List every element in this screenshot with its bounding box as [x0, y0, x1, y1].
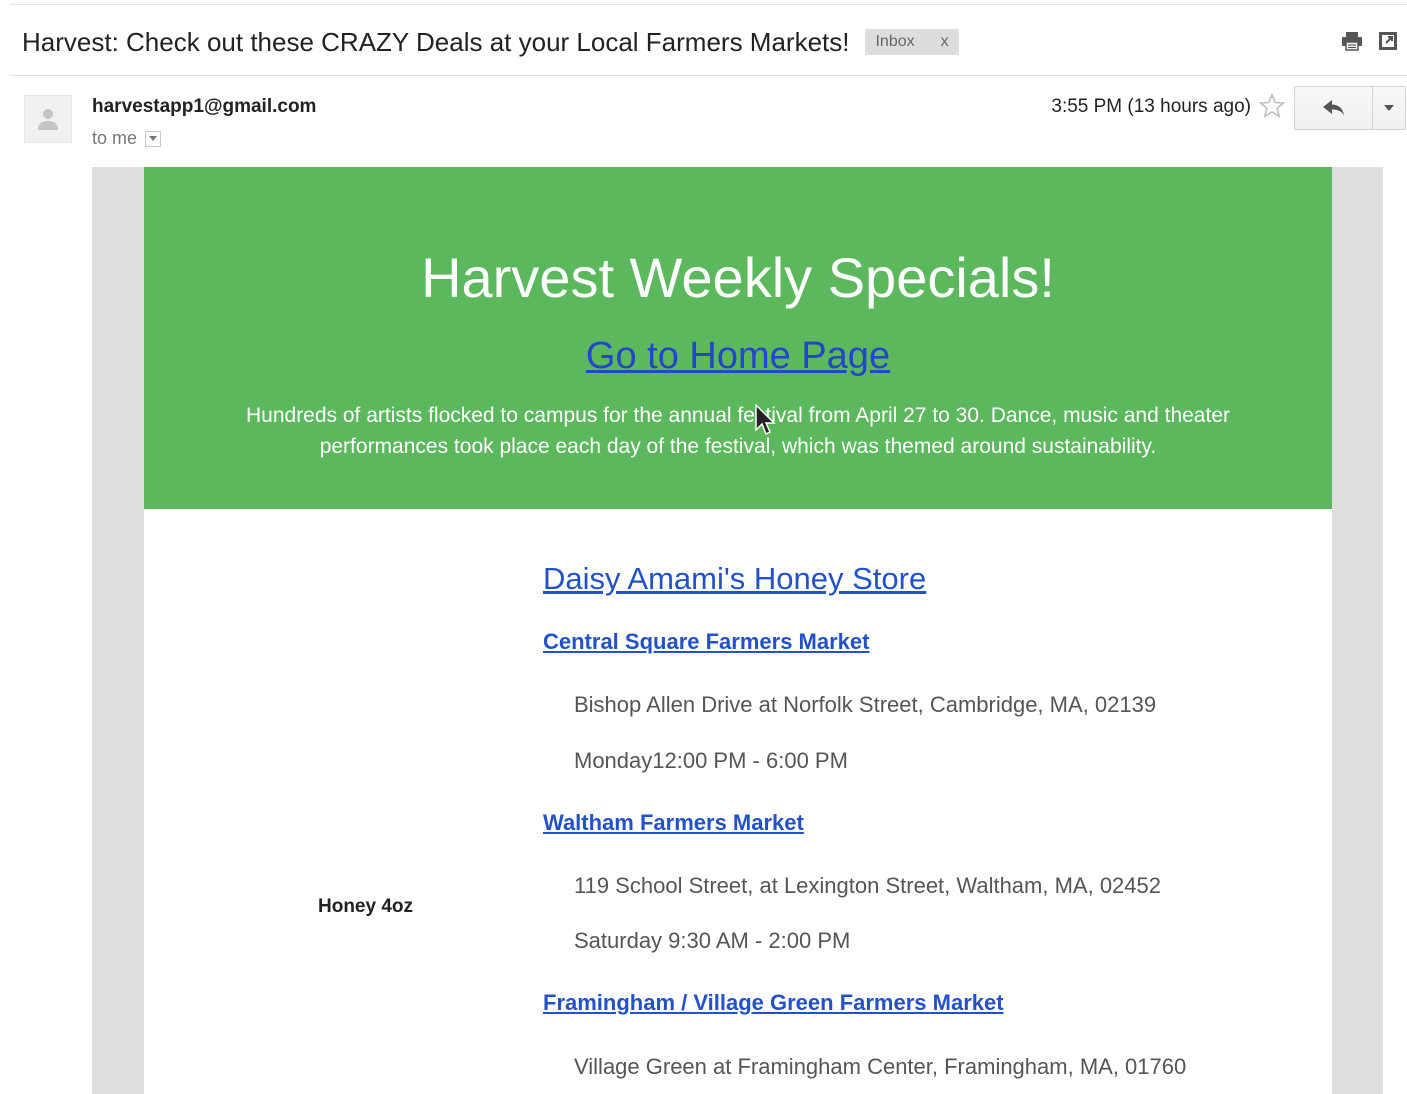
show-details-icon[interactable]	[145, 130, 162, 147]
print-icon[interactable]	[1341, 30, 1363, 52]
market-hours: Saturday 9:30 AM - 2:00 PM	[574, 928, 851, 953]
market-address: 119 School Street, at Lexington Street, …	[574, 873, 1161, 898]
market-link[interactable]: Framingham / Village Green Farmers Marke…	[543, 990, 1004, 1016]
market-link[interactable]: Waltham Farmers Market	[543, 810, 804, 836]
recipient-line: to me	[92, 128, 162, 149]
sender-email[interactable]: harvestapp1@gmail.com	[92, 96, 316, 118]
home-page-link[interactable]: Go to Home Page	[144, 335, 1332, 378]
email-timestamp: 3:55 PM (13 hours ago)	[1051, 96, 1251, 117]
market-address: Village Green at Framingham Center, Fram…	[574, 1054, 1187, 1079]
email-subject: Harvest: Check out these CRAZY Deals at …	[22, 26, 850, 57]
avatar-icon	[24, 95, 72, 143]
subject-row: Harvest: Check out these CRAZY Deals at …	[22, 22, 1397, 62]
top-divider	[10, 4, 1407, 5]
chevron-down-icon[interactable]	[1372, 87, 1405, 129]
market-hours: Monday12:00 PM - 6:00 PM	[574, 748, 848, 773]
newsletter-description: Hundreds of artists flocked to campus fo…	[245, 404, 1230, 458]
product-name: Honey 4oz	[318, 896, 414, 917]
store-link[interactable]: Daisy Amami's Honey Store	[543, 561, 926, 597]
deals-section: Daisy Amami's Honey Store Central Square…	[144, 509, 1332, 1094]
inbox-label-text: Inbox	[875, 33, 915, 50]
subject-actions	[1341, 30, 1399, 52]
market-link[interactable]: Central Square Farmers Market	[543, 629, 869, 655]
star-icon[interactable]	[1258, 92, 1286, 120]
header-divider	[10, 75, 1407, 76]
new-window-icon[interactable]	[1377, 30, 1399, 52]
remove-label-button[interactable]: x	[941, 33, 949, 51]
newsletter-title: Harvest Weekly Specials!	[421, 246, 1055, 309]
to-me-text: to me	[92, 128, 138, 148]
home-page-link-text[interactable]: Go to Home Page	[586, 335, 890, 377]
email-body: Harvest Weekly Specials! Go to Home Page…	[92, 167, 1383, 1094]
market-address: Bishop Allen Drive at Norfolk Street, Ca…	[574, 692, 1157, 717]
newsletter-banner: Harvest Weekly Specials! Go to Home Page…	[144, 167, 1332, 509]
email-view: Harvest: Check out these CRAZY Deals at …	[0, 0, 1407, 1094]
reply-icon[interactable]	[1295, 87, 1372, 129]
inbox-label[interactable]: Inbox x	[865, 29, 959, 55]
reply-button-group	[1294, 86, 1406, 130]
